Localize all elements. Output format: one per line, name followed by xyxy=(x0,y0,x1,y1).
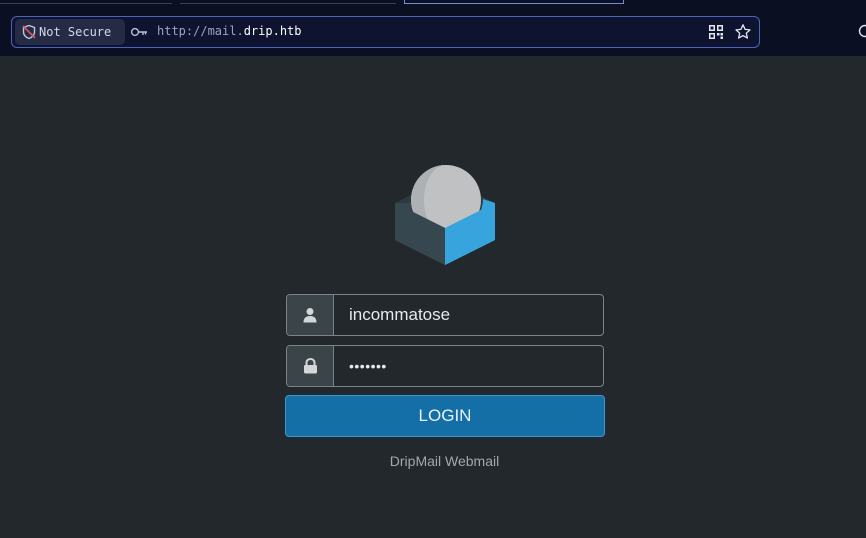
qr-code-icon[interactable] xyxy=(708,24,724,40)
roundcube-logo xyxy=(395,165,495,265)
shield-slash-icon xyxy=(22,24,36,40)
username-value[interactable]: incommatose xyxy=(334,295,450,335)
lock-icon-box xyxy=(287,346,334,386)
footer-product-name: DripMail Webmail xyxy=(389,453,500,469)
password-field[interactable]: ••••••• xyxy=(286,345,604,387)
browser-toolbar: Not Secure http://mail.drip.htb xyxy=(0,0,866,56)
security-indicator[interactable]: Not Secure xyxy=(15,19,125,45)
extension-icon[interactable] xyxy=(858,24,866,38)
bookmark-star-icon[interactable] xyxy=(734,23,752,41)
key-icon[interactable] xyxy=(130,25,148,39)
browser-tab[interactable] xyxy=(0,0,172,4)
url-text[interactable]: http://mail.drip.htb xyxy=(157,24,302,38)
password-value[interactable]: ••••••• xyxy=(334,346,387,386)
url-prefix: http://mail. xyxy=(157,24,244,38)
user-icon-box xyxy=(287,295,334,335)
tab-strip xyxy=(0,0,866,6)
lock-icon xyxy=(303,358,317,374)
url-host: drip.htb xyxy=(243,24,302,38)
user-icon xyxy=(303,308,317,323)
address-bar[interactable]: Not Secure http://mail.drip.htb xyxy=(11,16,760,48)
browser-tab-active[interactable] xyxy=(404,0,624,4)
username-field[interactable]: incommatose xyxy=(286,294,604,336)
login-button[interactable]: LOGIN xyxy=(285,395,605,437)
security-label: Not Secure xyxy=(39,25,112,39)
browser-tab[interactable] xyxy=(180,0,396,4)
